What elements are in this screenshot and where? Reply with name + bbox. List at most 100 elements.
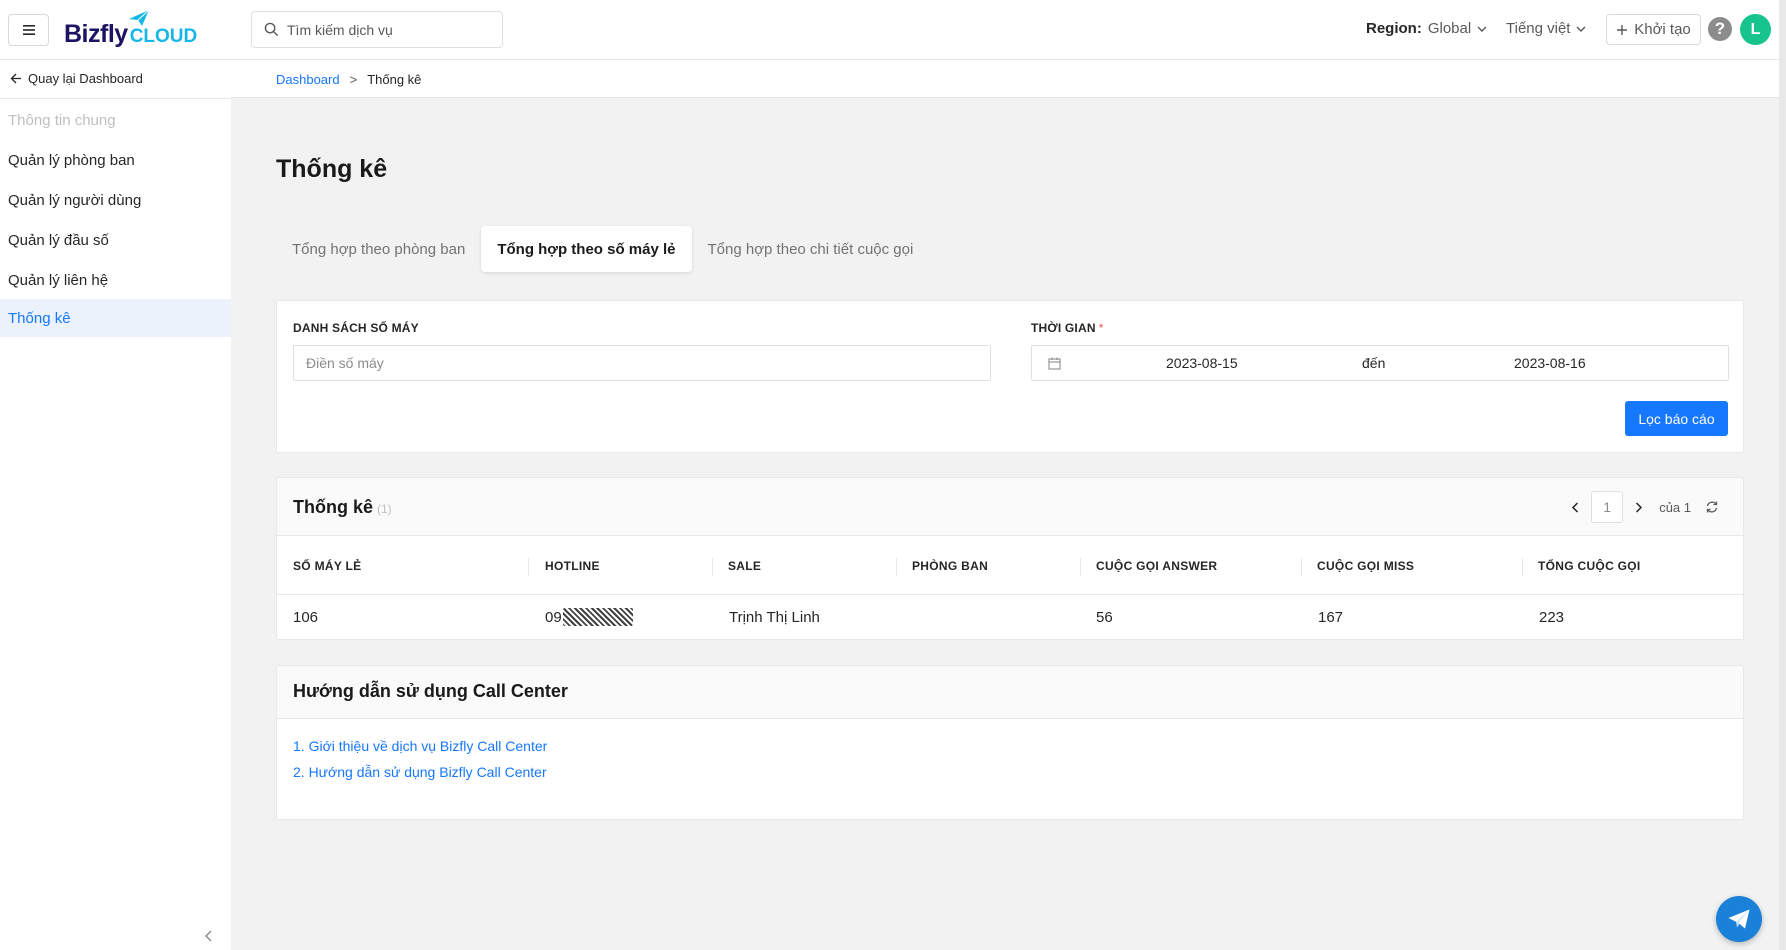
- breadcrumb-separator: >: [349, 72, 358, 87]
- time-label: THỜI GIAN *: [1031, 321, 1104, 335]
- sidebar-item-label: Quản lý người dùng: [8, 191, 142, 209]
- time-label-text: THỜI GIAN: [1031, 321, 1096, 335]
- breadcrumb: Dashboard > Thống kê: [276, 72, 421, 87]
- paper-plane-logo-icon: [129, 9, 150, 26]
- paper-plane-icon: [1728, 909, 1750, 929]
- service-search[interactable]: [251, 11, 503, 48]
- chevron-left-icon[interactable]: [1571, 501, 1579, 513]
- guide-header: Hướng dẫn sử dụng Call Center: [277, 666, 1743, 719]
- cell-answered: 56: [1096, 608, 1113, 626]
- user-avatar[interactable]: L: [1740, 14, 1771, 45]
- column-header-hotline: HOTLINE: [545, 558, 600, 573]
- chevron-down-icon: [1576, 26, 1586, 32]
- search-icon: [264, 22, 279, 37]
- back-to-dashboard-link[interactable]: Quay lại Dashboard: [10, 71, 143, 86]
- logo-main-text: Bizfly: [64, 20, 128, 48]
- region-value: Global: [1427, 20, 1472, 37]
- table-header-row: SỐ MÁY LẺ HOTLINE SALE PHÒNG BAN CUỘC GỌ…: [277, 536, 1743, 595]
- sidebar-divider: [0, 98, 231, 99]
- filter-report-button[interactable]: Lọc báo cáo: [1625, 401, 1728, 436]
- column-header-answered: CUỘC GỌI ANSWER: [1096, 558, 1218, 573]
- sidebar-item-label: Thông tin chung: [8, 111, 116, 129]
- guide-link-intro[interactable]: 1. Giới thiệu về dịch vụ Bizfly Call Cen…: [293, 738, 547, 754]
- language-selector[interactable]: Tiếng việt: [1506, 20, 1586, 37]
- sidebar-item-numbers[interactable]: Quản lý đầu số: [0, 221, 231, 259]
- sidebar-item-label: Quản lý đầu số: [8, 231, 109, 249]
- sidebar-item-users[interactable]: Quản lý người dùng: [0, 181, 231, 219]
- tab-by-department[interactable]: Tổng hợp theo phòng ban: [276, 226, 481, 272]
- sidebar: Quay lại Dashboard Thông tin chung Quản …: [0, 60, 231, 950]
- page-total: của 1: [1659, 499, 1691, 515]
- column-divider: [1301, 558, 1302, 576]
- redacted-hotline: [562, 608, 633, 626]
- calendar-icon: [1048, 357, 1061, 370]
- date-separator: đến: [1362, 355, 1386, 371]
- arrow-left-icon: [10, 73, 21, 84]
- column-header-total: TỔNG CUỘC GỌI: [1538, 558, 1641, 573]
- date-from[interactable]: 2023-08-15: [1166, 355, 1238, 371]
- top-header: Bizfly CLOUD Region: Global Tiếng việt K…: [0, 0, 1786, 60]
- hamburger-icon: [22, 25, 35, 35]
- chevron-down-icon: [1477, 26, 1487, 32]
- region-label: Region:: [1366, 20, 1422, 37]
- region-selector[interactable]: Region: Global: [1366, 20, 1487, 37]
- breadcrumb-dashboard-link[interactable]: Dashboard: [276, 72, 340, 87]
- guide-title: Hướng dẫn sử dụng Call Center: [293, 681, 568, 701]
- logo-sub-text: CLOUD: [129, 26, 198, 47]
- extensions-label: DANH SÁCH SỐ MÁY: [293, 321, 419, 335]
- column-header-extension: SỐ MÁY LẺ: [293, 558, 362, 573]
- sidebar-item-label: Quản lý phòng ban: [8, 151, 135, 169]
- tab-by-extension[interactable]: Tổng hợp theo số máy lẻ: [481, 226, 692, 272]
- cell-hotline: 09: [545, 595, 633, 639]
- menu-toggle-button[interactable]: [8, 14, 49, 46]
- cell-sale: Trịnh Thị Linh: [729, 608, 820, 626]
- filter-card: DANH SÁCH SỐ MÁY THỜI GIAN* 2023-08-15 đ…: [276, 300, 1744, 453]
- create-button[interactable]: Khởi tạo: [1606, 14, 1701, 45]
- page-scrollbar[interactable]: [1779, 0, 1786, 950]
- extensions-field[interactable]: [293, 345, 991, 381]
- bizfly-logo[interactable]: Bizfly CLOUD: [64, 9, 198, 49]
- pagination: 1 của 1: [1571, 491, 1719, 523]
- column-header-sale: SALE: [728, 558, 762, 573]
- breadcrumb-current: Thống kê: [367, 72, 422, 87]
- sidebar-item-label: Quản lý liên hệ: [8, 271, 109, 289]
- cell-missed: 167: [1318, 608, 1344, 626]
- result-count: (1): [377, 502, 392, 516]
- sidebar-item-contacts[interactable]: Quản lý liên hệ: [0, 261, 231, 299]
- sidebar-item-label: Thống kê: [8, 309, 71, 327]
- help-icon[interactable]: ?: [1708, 17, 1732, 41]
- statistics-title-text: Thống kê: [293, 497, 373, 517]
- search-input[interactable]: [287, 21, 487, 38]
- extensions-label-text: DANH SÁCH SỐ MÁY: [293, 321, 419, 335]
- statistics-title: Thống kê (1): [293, 497, 392, 518]
- column-header-missed: CUỘC GỌI MISS: [1317, 558, 1415, 573]
- refresh-icon[interactable]: [1705, 500, 1719, 514]
- column-divider: [528, 558, 529, 576]
- statistics-card: Thống kê (1) 1 của 1 SỐ MÁY LẺ HOTLINE SA…: [276, 477, 1744, 640]
- required-mark: *: [1098, 321, 1104, 335]
- date-range-picker[interactable]: 2023-08-15 đến 2023-08-16: [1031, 345, 1729, 381]
- page-number-input[interactable]: 1: [1591, 491, 1624, 523]
- plus-icon: [1617, 24, 1628, 35]
- sidebar-item-departments[interactable]: Quản lý phòng ban: [0, 141, 231, 179]
- cell-extension: 106: [293, 608, 319, 626]
- collapse-sidebar-icon[interactable]: [204, 930, 212, 942]
- column-divider: [896, 558, 897, 576]
- hotline-prefix: 09: [545, 608, 562, 626]
- page-title: Thống kê: [276, 155, 388, 183]
- tab-by-call-detail[interactable]: Tổng hợp theo chi tiết cuộc gọi: [692, 226, 930, 272]
- guide-link-usage[interactable]: 2. Hướng dẫn sử dụng Bizfly Call Center: [293, 764, 547, 780]
- language-value: Tiếng việt: [1506, 20, 1571, 37]
- back-label: Quay lại Dashboard: [28, 71, 143, 86]
- sidebar-item-statistics[interactable]: Thống kê: [0, 299, 231, 337]
- extensions-input[interactable]: [294, 346, 990, 380]
- column-divider: [1080, 558, 1081, 576]
- report-tabs: Tổng hợp theo phòng ban Tổng hợp theo số…: [276, 226, 929, 272]
- date-to[interactable]: 2023-08-16: [1514, 355, 1586, 371]
- sidebar-item-general-info: Thông tin chung: [0, 101, 231, 139]
- column-header-department: PHÒNG BAN: [912, 558, 989, 573]
- column-divider: [1522, 558, 1523, 576]
- telegram-chat-button[interactable]: [1716, 896, 1762, 942]
- chevron-right-icon[interactable]: [1635, 501, 1643, 513]
- guide-card: Hướng dẫn sử dụng Call Center 1. Giới th…: [276, 665, 1744, 820]
